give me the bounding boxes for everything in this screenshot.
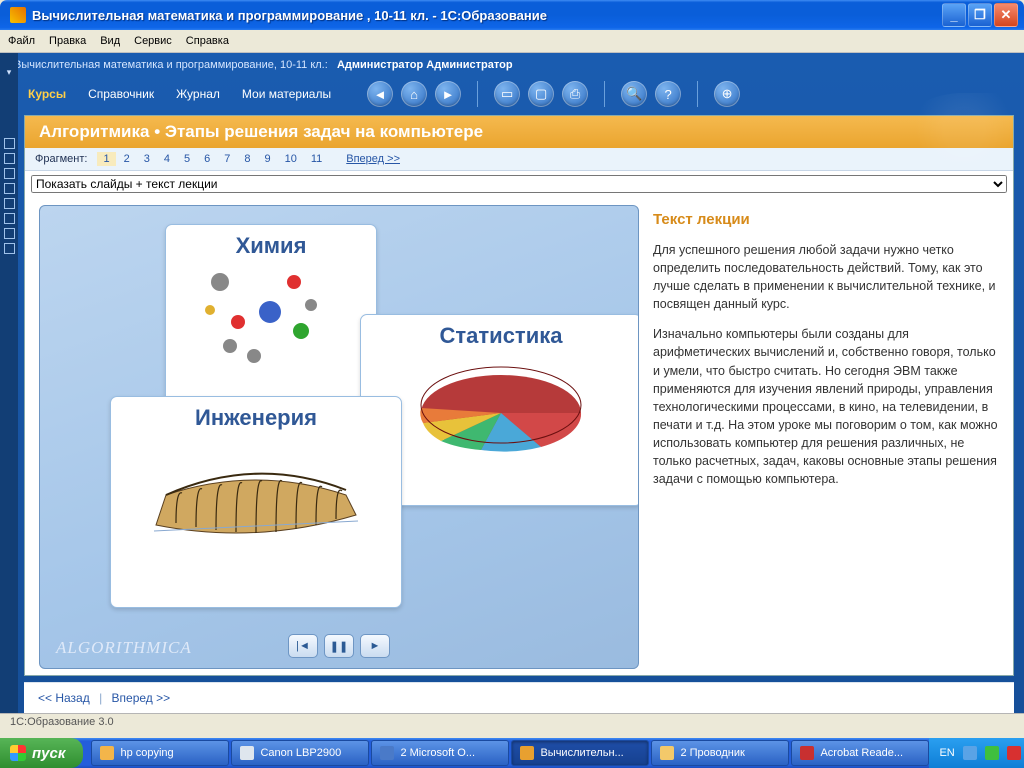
- task-acrobat[interactable]: Acrobat Reade...: [791, 740, 929, 766]
- fragment-1[interactable]: 1: [97, 152, 115, 166]
- windows-logo-icon: [10, 745, 26, 761]
- system-tray[interactable]: EN 11:00: [929, 738, 1024, 768]
- close-button[interactable]: ✕: [994, 3, 1018, 27]
- fragment-forward[interactable]: Вперед >>: [346, 153, 400, 165]
- tool-present-button[interactable]: ▢: [528, 81, 554, 107]
- pause-button[interactable]: ❚❚: [324, 634, 354, 658]
- tool-search-button[interactable]: 🔍: [621, 81, 647, 107]
- tray-icon-1[interactable]: [963, 746, 977, 760]
- tray-icon-3[interactable]: [1007, 746, 1021, 760]
- tab-reference[interactable]: Справочник: [82, 85, 160, 103]
- toolbar: ◄ ⌂ ► ▭ ▢ ⎙ 🔍 ? ⊕: [367, 81, 740, 107]
- tool-select-button[interactable]: ▭: [494, 81, 520, 107]
- tool-zoom-button[interactable]: ⊕: [714, 81, 740, 107]
- menu-file[interactable]: Файл: [8, 35, 35, 47]
- outline-gutter[interactable]: ▾: [0, 53, 18, 713]
- decor-ornament: [904, 93, 1024, 163]
- slide-watermark: ALGORITHMICA: [56, 638, 192, 658]
- fragment-7[interactable]: 7: [218, 152, 236, 166]
- fragment-4[interactable]: 4: [158, 152, 176, 166]
- playback-controls: |◄ ❚❚ ►: [288, 634, 390, 658]
- start-button[interactable]: пуск: [0, 738, 83, 768]
- view-mode-select[interactable]: Показать слайды + текст лекции: [31, 175, 1007, 193]
- nav-forward-button[interactable]: ►: [435, 81, 461, 107]
- card-engineering: Инженерия: [110, 396, 402, 608]
- lecture-p1: Для успешного решения любой задачи нужно…: [653, 241, 999, 314]
- page-title: Алгоритмика • Этапы решения задач на ком…: [25, 116, 1013, 148]
- fragment-8[interactable]: 8: [238, 152, 256, 166]
- tab-my-materials[interactable]: Мои материалы: [236, 85, 337, 103]
- card-chemistry-title: Химия: [236, 233, 307, 259]
- ship-frame-icon: [146, 435, 366, 555]
- prev-button[interactable]: |◄: [288, 634, 318, 658]
- menu-view[interactable]: Вид: [100, 35, 120, 47]
- task-buttons: hp copying Canon LBP2900 2 Microsoft O..…: [91, 740, 929, 766]
- menu-help[interactable]: Справка: [186, 35, 229, 47]
- app-body: ▾ Вычислительная математика и программир…: [0, 53, 1024, 713]
- taskbar: пуск hp copying Canon LBP2900 2 Microsof…: [0, 738, 1024, 768]
- tab-journal[interactable]: Журнал: [170, 85, 226, 103]
- main-nav: Курсы Справочник Журнал Мои материалы ◄ …: [0, 77, 1024, 115]
- bottom-forward[interactable]: Вперед >>: [112, 691, 171, 705]
- fragment-2[interactable]: 2: [118, 152, 136, 166]
- menu-service[interactable]: Сервис: [134, 35, 172, 47]
- fragment-5[interactable]: 5: [178, 152, 196, 166]
- card-chemistry: Химия: [165, 224, 377, 416]
- lecture-p2: Изначально компьютеры были созданы для а…: [653, 325, 999, 488]
- lecture-text: Текст лекции Для успешного решения любой…: [649, 195, 1013, 675]
- task-explorer[interactable]: 2 Проводник: [651, 740, 789, 766]
- next-button[interactable]: ►: [360, 634, 390, 658]
- fragment-label: Фрагмент:: [35, 153, 87, 165]
- fragment-10[interactable]: 10: [279, 152, 303, 166]
- tab-courses[interactable]: Курсы: [22, 85, 72, 103]
- slide-frame: Химия: [39, 205, 639, 669]
- minimize-button[interactable]: _: [942, 3, 966, 27]
- tray-icon-2[interactable]: [985, 746, 999, 760]
- fragment-3[interactable]: 3: [138, 152, 156, 166]
- lecture-heading: Текст лекции: [653, 209, 999, 231]
- context-label: Вычислительная математика и программиров…: [14, 59, 328, 71]
- fragment-6[interactable]: 6: [198, 152, 216, 166]
- molecule-icon: [201, 263, 341, 383]
- card-engineering-title: Инженерия: [195, 405, 317, 431]
- fragment-11[interactable]: 11: [305, 152, 328, 166]
- slide-column: Химия: [25, 195, 649, 675]
- menu-edit[interactable]: Правка: [49, 35, 86, 47]
- task-msoffice[interactable]: 2 Microsoft O...: [371, 740, 509, 766]
- bottom-nav: << Назад | Вперед >>: [24, 682, 1014, 713]
- bottom-back[interactable]: << Назад: [38, 691, 90, 705]
- current-user: Администратор Администратор: [337, 59, 513, 71]
- fragment-9[interactable]: 9: [258, 152, 276, 166]
- fragment-bar: Фрагмент: 1 2 3 4 5 6 7 8 9 10 11 Вперед…: [25, 148, 1013, 171]
- task-hp-copying[interactable]: hp copying: [91, 740, 229, 766]
- tool-help-button[interactable]: ?: [655, 81, 681, 107]
- nav-back-button[interactable]: ◄: [367, 81, 393, 107]
- maximize-button[interactable]: ❐: [968, 3, 992, 27]
- pie-chart-icon: [401, 353, 601, 473]
- tool-print-button[interactable]: ⎙: [562, 81, 588, 107]
- statusbar: 1С:Образование 3.0: [0, 713, 1024, 738]
- card-statistics-title: Статистика: [440, 323, 563, 349]
- window-title: Вычислительная математика и программиров…: [32, 8, 942, 23]
- app-icon: [10, 7, 26, 23]
- view-mode-dropdown[interactable]: Показать слайды + текст лекции: [31, 175, 1007, 193]
- status-text: 1С:Образование 3.0: [10, 716, 114, 728]
- task-1c-app[interactable]: Вычислительн...: [511, 740, 649, 766]
- task-canon[interactable]: Canon LBP2900: [231, 740, 369, 766]
- titlebar: Вычислительная математика и программиров…: [0, 0, 1024, 30]
- menubar: Файл Правка Вид Сервис Справка: [0, 30, 1024, 53]
- content-panel: Алгоритмика • Этапы решения задач на ком…: [24, 115, 1014, 676]
- context-bar: Вычислительная математика и программиров…: [0, 53, 1024, 77]
- tray-lang[interactable]: EN: [939, 747, 954, 759]
- nav-home-button[interactable]: ⌂: [401, 81, 427, 107]
- fragment-links: 1 2 3 4 5 6 7 8 9 10 11: [97, 152, 328, 166]
